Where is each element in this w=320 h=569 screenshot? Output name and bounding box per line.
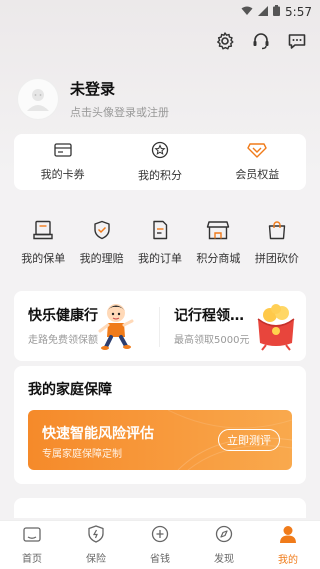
tab-mine[interactable]: 我的 (256, 521, 320, 569)
points-icon (151, 141, 169, 163)
status-time: 5:57 (285, 5, 312, 19)
member-benefits-item[interactable]: 会员权益 (209, 134, 306, 190)
risk-assessment-banner[interactable]: 快速智能风险评估 专属家庭保障定制 立即测评 (28, 410, 292, 470)
tab-discover-label: 发现 (214, 554, 234, 565)
signal-icon (258, 5, 269, 19)
claim-shield-icon (91, 220, 113, 244)
bottom-tab-bar: 首页 保险 省钱 发现 我的 (0, 520, 320, 569)
profile-icon (278, 524, 298, 548)
avatar[interactable] (18, 79, 58, 119)
my-coupons-item[interactable]: 我的卡券 (14, 134, 111, 190)
home-icon (22, 525, 42, 547)
battery-icon (273, 5, 281, 19)
order-icon (149, 220, 171, 244)
tab-save-money-label: 省钱 (150, 554, 170, 565)
service-grid: 我的保单 我的理赔 我的订单 积分商城 拼团砍价 (14, 206, 306, 280)
assess-now-button[interactable]: 立即测评 (218, 429, 280, 451)
member-diamond-icon (247, 142, 268, 162)
tab-home[interactable]: 首页 (0, 521, 64, 569)
running-boy-illustration-icon (94, 301, 138, 357)
store-icon (206, 220, 230, 244)
discover-compass-icon (214, 525, 234, 547)
tab-insurance[interactable]: 保险 (64, 521, 128, 569)
wifi-icon (241, 6, 253, 19)
assets-card: 我的卡券 我的积分 会员权益 (14, 134, 306, 190)
tab-home-label: 首页 (22, 554, 42, 565)
my-orders-label: 我的订单 (138, 252, 183, 265)
family-protection-title: 我的家庭保障 (28, 382, 112, 398)
my-coupons-label: 我的卡券 (40, 168, 85, 181)
red-envelope-gift-illustration-icon (254, 303, 298, 355)
member-benefits-label: 会员权益 (235, 168, 280, 181)
policy-icon (32, 220, 54, 244)
profile-section[interactable]: 未登录 点击头像登录或注册 (18, 78, 169, 120)
points-mall-item[interactable]: 积分商城 (189, 206, 247, 280)
save-money-icon (150, 525, 170, 547)
tab-insurance-label: 保险 (86, 554, 106, 565)
my-points-label: 我的积分 (137, 169, 182, 182)
login-hint: 点击头像登录或注册 (70, 106, 169, 119)
risk-assessment-title: 快速智能风险评估 (42, 426, 154, 442)
group-bargain-label: 拼团砍价 (254, 252, 299, 265)
my-policies-label: 我的保单 (21, 252, 66, 265)
group-bag-icon (266, 220, 288, 244)
my-claims-label: 我的理赔 (79, 252, 124, 265)
points-mall-label: 积分商城 (196, 252, 241, 265)
coupon-icon (54, 142, 72, 162)
my-claims-item[interactable]: 我的理赔 (72, 206, 130, 280)
top-actions (214, 30, 308, 52)
risk-assessment-subtitle: 专属家庭保障定制 (42, 449, 122, 460)
next-card-peek (14, 498, 306, 518)
promo-card: 快乐健康行 走路免费领保额 记行程领… 最高领取5000元 (14, 291, 306, 361)
my-policies-item[interactable]: 我的保单 (14, 206, 72, 280)
username[interactable]: 未登录 (70, 78, 169, 99)
tab-save-money[interactable]: 省钱 (128, 521, 192, 569)
insurance-shield-icon (86, 525, 106, 547)
settings-gear-icon[interactable] (214, 30, 236, 52)
family-protection-card: 我的家庭保障 快速智能风险评估 专属家庭保障定制 立即测评 (14, 366, 306, 484)
my-points-item[interactable]: 我的积分 (111, 134, 208, 190)
status-bar: 5:57 (0, 0, 320, 24)
tab-discover[interactable]: 发现 (192, 521, 256, 569)
customer-service-headset-icon[interactable] (250, 30, 272, 52)
group-bargain-item[interactable]: 拼团砍价 (248, 206, 306, 280)
trip-record-promo[interactable]: 记行程领… 最高领取5000元 (160, 291, 306, 361)
happy-health-walk-promo[interactable]: 快乐健康行 走路免费领保额 (14, 291, 160, 361)
my-orders-item[interactable]: 我的订单 (131, 206, 189, 280)
tab-mine-label: 我的 (278, 555, 298, 566)
message-icon[interactable] (286, 30, 308, 52)
